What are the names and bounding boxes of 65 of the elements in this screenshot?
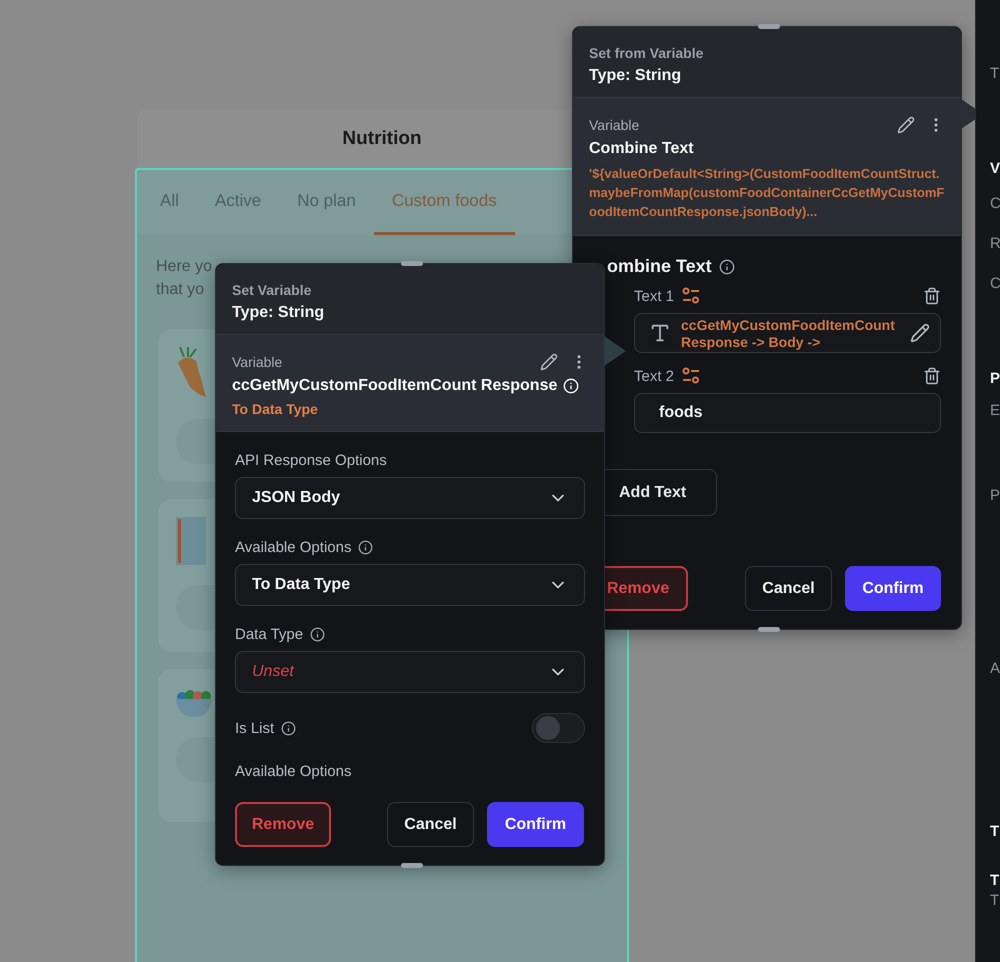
add-text-button[interactable]: Add Text xyxy=(605,469,717,516)
sidebar-label: R xyxy=(990,234,1000,254)
confirm-button[interactable]: Confirm xyxy=(845,566,941,611)
field-label: Available Options xyxy=(235,763,352,780)
cancel-button[interactable]: Cancel xyxy=(387,802,474,847)
resize-handle[interactable] xyxy=(758,627,780,632)
info-icon[interactable] xyxy=(358,540,374,555)
variable-name: Combine Text xyxy=(589,140,695,158)
sliders-icon[interactable] xyxy=(682,367,700,385)
remove-button[interactable]: Remove xyxy=(605,566,688,611)
panel-heading: Set Variable xyxy=(232,282,312,298)
sidebar-label: C xyxy=(990,274,1000,294)
variable-subtitle: To Data Type xyxy=(232,401,319,417)
sidebar-label: T xyxy=(990,871,1000,891)
resize-handle[interactable] xyxy=(401,261,423,266)
delete-icon[interactable] xyxy=(923,287,941,305)
dropdown[interactable]: JSON Body xyxy=(235,477,585,519)
type-label: Type: String xyxy=(589,67,682,85)
page-title: Nutrition xyxy=(342,128,422,150)
confirm-button[interactable]: Confirm xyxy=(487,802,584,847)
field-label: Available Options xyxy=(235,539,352,556)
sidebar-label: T xyxy=(990,822,1000,842)
intro-text: Here yo xyxy=(156,257,214,277)
toggle-switch[interactable] xyxy=(532,713,585,743)
sidebar-label: A xyxy=(990,659,1000,679)
type-label: Type: String xyxy=(232,304,326,322)
text-label: Text 2 xyxy=(634,368,674,384)
text-input-field[interactable]: foods xyxy=(634,393,941,433)
cancel-button[interactable]: Cancel xyxy=(745,566,832,611)
dropdown[interactable]: Unset xyxy=(235,651,585,693)
info-icon[interactable] xyxy=(310,627,326,642)
sidebar-label: P xyxy=(990,369,1000,389)
info-icon[interactable] xyxy=(281,720,296,736)
field-label: Data Type xyxy=(235,626,304,643)
sidebar-label: V xyxy=(990,159,1000,179)
edit-icon[interactable] xyxy=(897,116,915,134)
field-label: Is List xyxy=(235,720,274,736)
text-label: Text 1 xyxy=(634,288,674,304)
variable-label: Variable xyxy=(589,117,640,133)
panel-heading: Set from Variable xyxy=(589,45,704,61)
delete-icon[interactable] xyxy=(923,367,941,385)
sidebar-label: C xyxy=(990,194,1000,214)
intro-text: that yo xyxy=(156,280,206,300)
sliders-icon[interactable] xyxy=(682,287,700,305)
sidebar-label: P xyxy=(990,486,1000,506)
sidebar-label: T xyxy=(990,891,1000,911)
edit-icon[interactable] xyxy=(540,353,558,371)
salad-bowl-icon xyxy=(176,687,212,717)
dropdown[interactable]: To Data Type xyxy=(235,564,585,606)
variable-name: ccGetMyCustomFoodItemCount Response xyxy=(232,377,558,395)
carrot-icon xyxy=(176,347,208,399)
field-label: API Response Options xyxy=(235,452,387,469)
sidebar-label: E xyxy=(990,401,1000,421)
text-input-field[interactable]: ccGetMyCustomFoodItemCount Response -> Body -> xyxy=(634,313,941,353)
variable-expression: '${valueOrDefault<String>(CustomFoodItemCountStruct.maybeFromMap(customFoodContainerCcGetMyCustomFoodItemCountResponse.jsonBody)... xyxy=(589,165,945,221)
section-title: ombine Text xyxy=(607,256,712,277)
resize-handle[interactable] xyxy=(401,863,423,868)
edit-icon[interactable] xyxy=(910,323,930,343)
remove-button[interactable]: Remove xyxy=(235,802,331,847)
text-type-icon xyxy=(649,322,671,344)
info-icon[interactable] xyxy=(718,258,735,274)
resize-handle[interactable] xyxy=(758,24,780,29)
sidebar-label: T xyxy=(990,64,1000,84)
variable-label: Variable xyxy=(232,354,282,370)
book-icon xyxy=(176,517,206,565)
